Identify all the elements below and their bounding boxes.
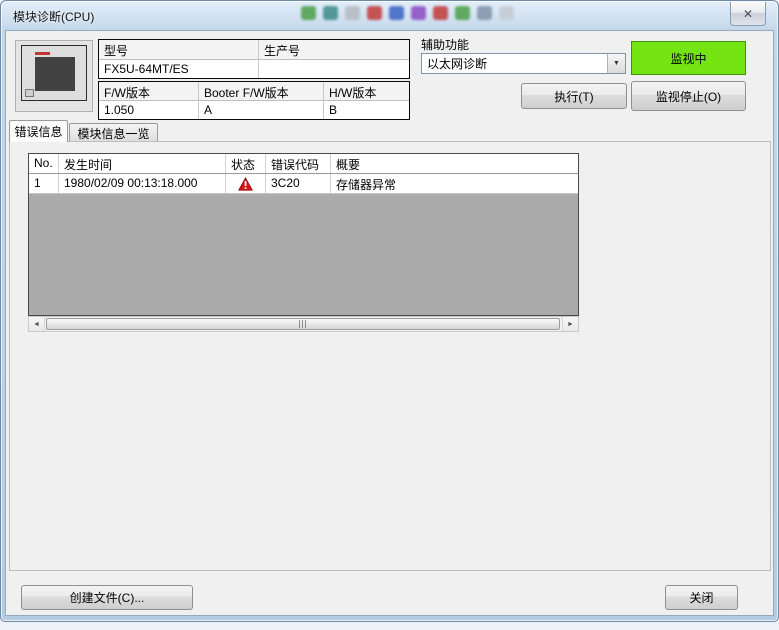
chevron-down-icon[interactable]: ▼ [607,54,625,73]
cell-no: 1 [29,174,59,193]
serial-header: 生产号 [259,40,409,60]
background-toolbar-icons [301,6,514,20]
aux-function-dropdown[interactable]: 以太网诊断 ▼ [421,53,626,74]
model-header: 型号 [99,40,259,60]
tab-module-info-list[interactable]: 模块信息一览 [69,123,158,142]
create-file-label: 创建文件(C)... [70,589,145,606]
create-file-button[interactable]: 创建文件(C)... [21,585,193,610]
execute-label: 执行(T) [554,88,593,105]
module-diagnostics-window: 模块诊断(CPU) ✕ 型号 生产 [0,0,779,622]
monitoring-label: 监视中 [670,50,706,67]
col-summary: 概要 [331,154,578,173]
model-value: FX5U-64MT/ES [99,60,259,78]
cpu-photo [21,45,87,101]
booter-header: Booter F/W版本 [199,82,324,101]
title-bar[interactable]: 模块诊断(CPU) ✕ [1,1,778,30]
cpu-red-label [35,52,50,55]
serial-value [259,60,409,78]
close-dialog-button[interactable]: 关闭 [665,585,738,610]
cpu-port [25,89,34,97]
module-info-tables: 型号 生产号 FX5U-64MT/ES F/W版本 Booter F/W版本 H… [98,39,410,122]
hw-value: B [324,101,409,119]
scrollbar-thumb[interactable] [46,318,560,330]
close-icon[interactable]: ✕ [730,2,766,26]
cell-code: 3C20 [266,174,331,193]
tab-module-info-label: 模块信息一览 [77,125,149,142]
error-table[interactable]: No. 发生时间 状态 错误代码 概要 1 1980/02/09 00:13:1… [28,153,579,316]
execute-button[interactable]: 执行(T) [521,83,627,109]
cpu-module-body [35,57,75,91]
model-table: 型号 生产号 FX5U-64MT/ES [98,39,410,79]
scrollbar-grip [299,320,308,328]
severe-warning-icon [226,174,266,193]
cpu-module-image [15,40,93,112]
booter-value: A [199,101,324,119]
aux-function-selected: 以太网诊断 [422,55,607,72]
close-glyph: ✕ [743,7,753,21]
scroll-left-icon[interactable]: ◄ [29,317,45,331]
table-row[interactable]: 1 1980/02/09 00:13:18.000 3C20 存储器异常 [29,174,578,194]
monitor-stop-button[interactable]: 监视停止(O) [631,81,746,111]
hw-header: H/W版本 [324,82,409,101]
tab-error-info-label: 错误信息 [14,123,62,140]
fw-header: F/W版本 [99,82,199,101]
col-code: 错误代码 [266,154,331,173]
aux-function-label: 辅助功能 [421,36,469,53]
monitor-stop-label: 监视停止(O) [656,88,721,105]
window-title: 模块诊断(CPU) [13,8,94,25]
cell-time: 1980/02/09 00:13:18.000 [59,174,226,193]
col-time: 发生时间 [59,154,226,173]
error-table-header: No. 发生时间 状态 错误代码 概要 [29,154,578,174]
col-status: 状态 [226,154,266,173]
horizontal-scrollbar[interactable]: ◄ ► [28,316,579,332]
tab-error-info[interactable]: 错误信息 [9,120,68,142]
cell-summary: 存储器异常 [331,174,578,193]
version-table: F/W版本 Booter F/W版本 H/W版本 1.050 A B [98,81,410,120]
close-dialog-label: 关闭 [689,589,713,606]
col-no: No. [29,154,59,173]
monitoring-status-indicator: 监视中 [631,41,746,75]
screen: 模块诊断(CPU) ✕ 型号 生产 [0,0,779,630]
fw-value: 1.050 [99,101,199,119]
scroll-right-icon[interactable]: ► [562,317,578,331]
